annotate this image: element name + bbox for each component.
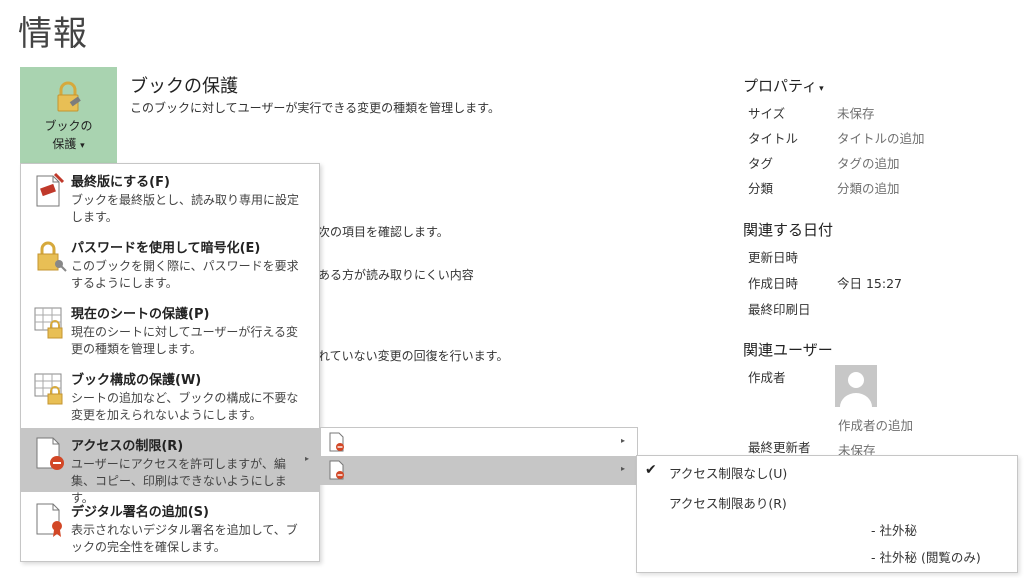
lock-icon: [57, 81, 81, 112]
prop-label-size: サイズ: [748, 106, 786, 121]
accessibility-description: ある方が読み取りにくい内容: [318, 268, 474, 282]
permission-label: アクセス制限なし(U): [669, 466, 788, 481]
lock-key-icon: [37, 241, 67, 272]
last-modified-label: 最終更新者: [748, 440, 811, 455]
date-label-modified: 更新日時: [748, 250, 799, 265]
chevron-down-icon: ▾: [819, 84, 824, 94]
prop-value-size: 未保存: [837, 106, 875, 121]
author-label: 作成者: [748, 370, 786, 385]
sheet-lock-icon: [34, 307, 63, 339]
permission-unrestricted[interactable]: ✔ アクセス制限なし(U): [637, 456, 1017, 484]
menu-item-protect-structure[interactable]: ブック構成の保護(W) シートの追加など、ブックの構成に不要な変更を加えられない…: [21, 362, 319, 426]
checkmark-icon: ✔: [645, 462, 657, 478]
prop-label-title: タイトル: [748, 131, 799, 146]
protect-workbook-button[interactable]: ブックの 保護 ▾: [20, 67, 117, 163]
prop-value-title[interactable]: タイトルの追加: [837, 128, 925, 147]
submenu-item-restrict-2[interactable]: ▸: [321, 456, 637, 484]
protect-description: このブックに対してユーザーが実行できる変更の種類を管理します。: [130, 101, 500, 115]
permission-restricted[interactable]: アクセス制限あり(R): [669, 493, 787, 512]
inspect-description: 次の項目を確認します。: [318, 225, 449, 239]
prop-label-category: 分類: [748, 181, 774, 196]
menu-item-title: 最終版にする(F): [71, 175, 170, 190]
menu-item-mark-final[interactable]: 最終版にする(F) ブックを最終版とし、読み取り専用に設定します。: [21, 164, 319, 228]
menu-item-title: アクセスの制限(R): [71, 439, 184, 454]
chevron-right-icon: ▸: [304, 454, 309, 463]
person-icon: [840, 372, 872, 407]
menu-item-title: パスワードを使用して暗号化(E): [71, 241, 261, 256]
prop-value-tags[interactable]: タグの追加: [837, 153, 900, 172]
permission-confidential-view-only[interactable]: - 社外秘 (閲覧のみ): [871, 547, 981, 566]
chevron-down-icon: ▾: [80, 141, 85, 151]
restrict-access-icon: [36, 437, 64, 470]
menu-item-encrypt-password[interactable]: パスワードを使用して暗号化(E) このブックを開く際に、パスワードを要求するよう…: [21, 230, 319, 294]
related-users-heading: 関連ユーザー: [743, 341, 833, 359]
avatar: [835, 365, 877, 407]
menu-item-title: ブック構成の保護(W): [71, 373, 202, 388]
permission-submenu: ✔ アクセス制限なし(U) アクセス制限あり(R) - 社外秘 - 社外秘 (閲…: [636, 455, 1018, 573]
prop-value-category[interactable]: 分類の追加: [837, 178, 900, 197]
chevron-right-icon: ▸: [620, 464, 625, 473]
menu-item-title: 現在のシートの保護(P): [71, 307, 210, 322]
menu-item-restrict-access[interactable]: アクセスの制限(R) ユーザーにアクセスを許可しますが、編集、コピー、印刷はでき…: [21, 428, 319, 505]
menu-item-desc: シートの追加など、ブックの構成に不要な変更を加えられないようにします。: [71, 391, 299, 422]
final-document-icon: [36, 172, 65, 207]
date-label-printed: 最終印刷日: [748, 302, 811, 317]
protect-tile-label-2: 保護: [52, 137, 77, 151]
menu-item-title: デジタル署名の追加(S): [71, 505, 209, 520]
submenu-item-restrict-1[interactable]: ▸: [321, 428, 637, 456]
menu-item-desc: このブックを開く際に、パスワードを要求するようにします。: [71, 259, 299, 290]
protect-tile-label-1: ブックの: [44, 119, 93, 133]
properties-heading-label: プロパティ: [743, 77, 818, 95]
permission-confidential[interactable]: - 社外秘: [871, 520, 917, 539]
prop-label-tags: タグ: [748, 156, 774, 171]
menu-item-digital-signature[interactable]: デジタル署名の追加(S) 表示されないデジタル署名を追加して、ブックの完全性を確…: [21, 494, 319, 558]
menu-item-desc: 現在のシートに対してユーザーが行える変更の種類を管理します。: [71, 325, 299, 356]
restrict-access-submenu: ▸ ▸: [320, 427, 638, 485]
add-author-link[interactable]: 作成者の追加: [838, 415, 913, 434]
menu-item-desc: ブックを最終版とし、読み取り専用に設定します。: [71, 193, 300, 224]
date-label-created: 作成日時: [748, 276, 799, 291]
workbook-structure-lock-icon: [34, 373, 63, 405]
chevron-right-icon: ▸: [620, 436, 625, 445]
manage-workbook-description: れていない変更の回復を行います。: [318, 349, 509, 363]
restrict-document-icon: [329, 460, 344, 480]
date-value-created: 今日 15:27: [837, 276, 902, 291]
properties-heading[interactable]: プロパティ ▾: [743, 75, 824, 96]
related-dates-heading: 関連する日付: [743, 221, 834, 239]
menu-item-desc: 表示されないデジタル署名を追加して、ブックの完全性を確保します。: [71, 523, 298, 554]
restrict-document-icon: [329, 432, 344, 452]
protect-workbook-menu: 最終版にする(F) ブックを最終版とし、読み取り専用に設定します。 パスワードを…: [20, 163, 320, 562]
digital-signature-icon: [36, 503, 62, 537]
menu-item-protect-sheet[interactable]: 現在のシートの保護(P) 現在のシートに対してユーザーが行える変更の種類を管理し…: [21, 296, 319, 360]
page-title: 情報: [18, 14, 88, 54]
protect-heading: ブックの保護: [130, 76, 238, 97]
